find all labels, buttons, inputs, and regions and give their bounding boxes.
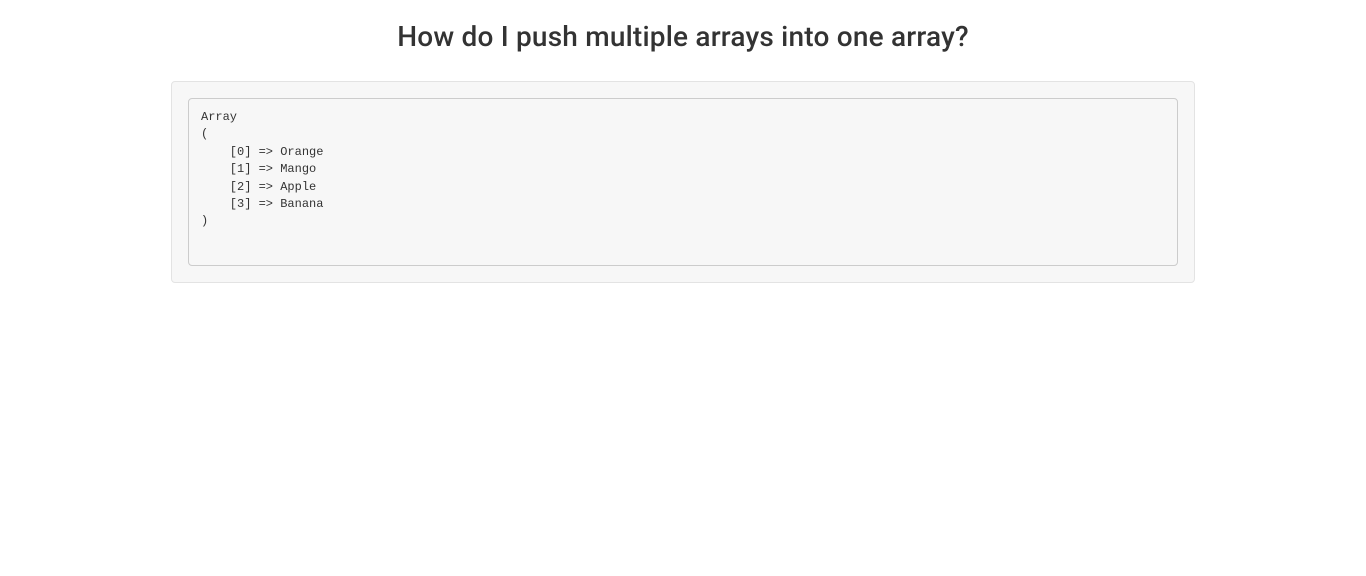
code-output: Array ( [0] => Orange [1] => Mango [2] =… — [188, 98, 1178, 266]
page-title: How do I push multiple arrays into one a… — [171, 20, 1195, 53]
output-well: Array ( [0] => Orange [1] => Mango [2] =… — [171, 81, 1195, 283]
page-container: How do I push multiple arrays into one a… — [171, 20, 1195, 283]
